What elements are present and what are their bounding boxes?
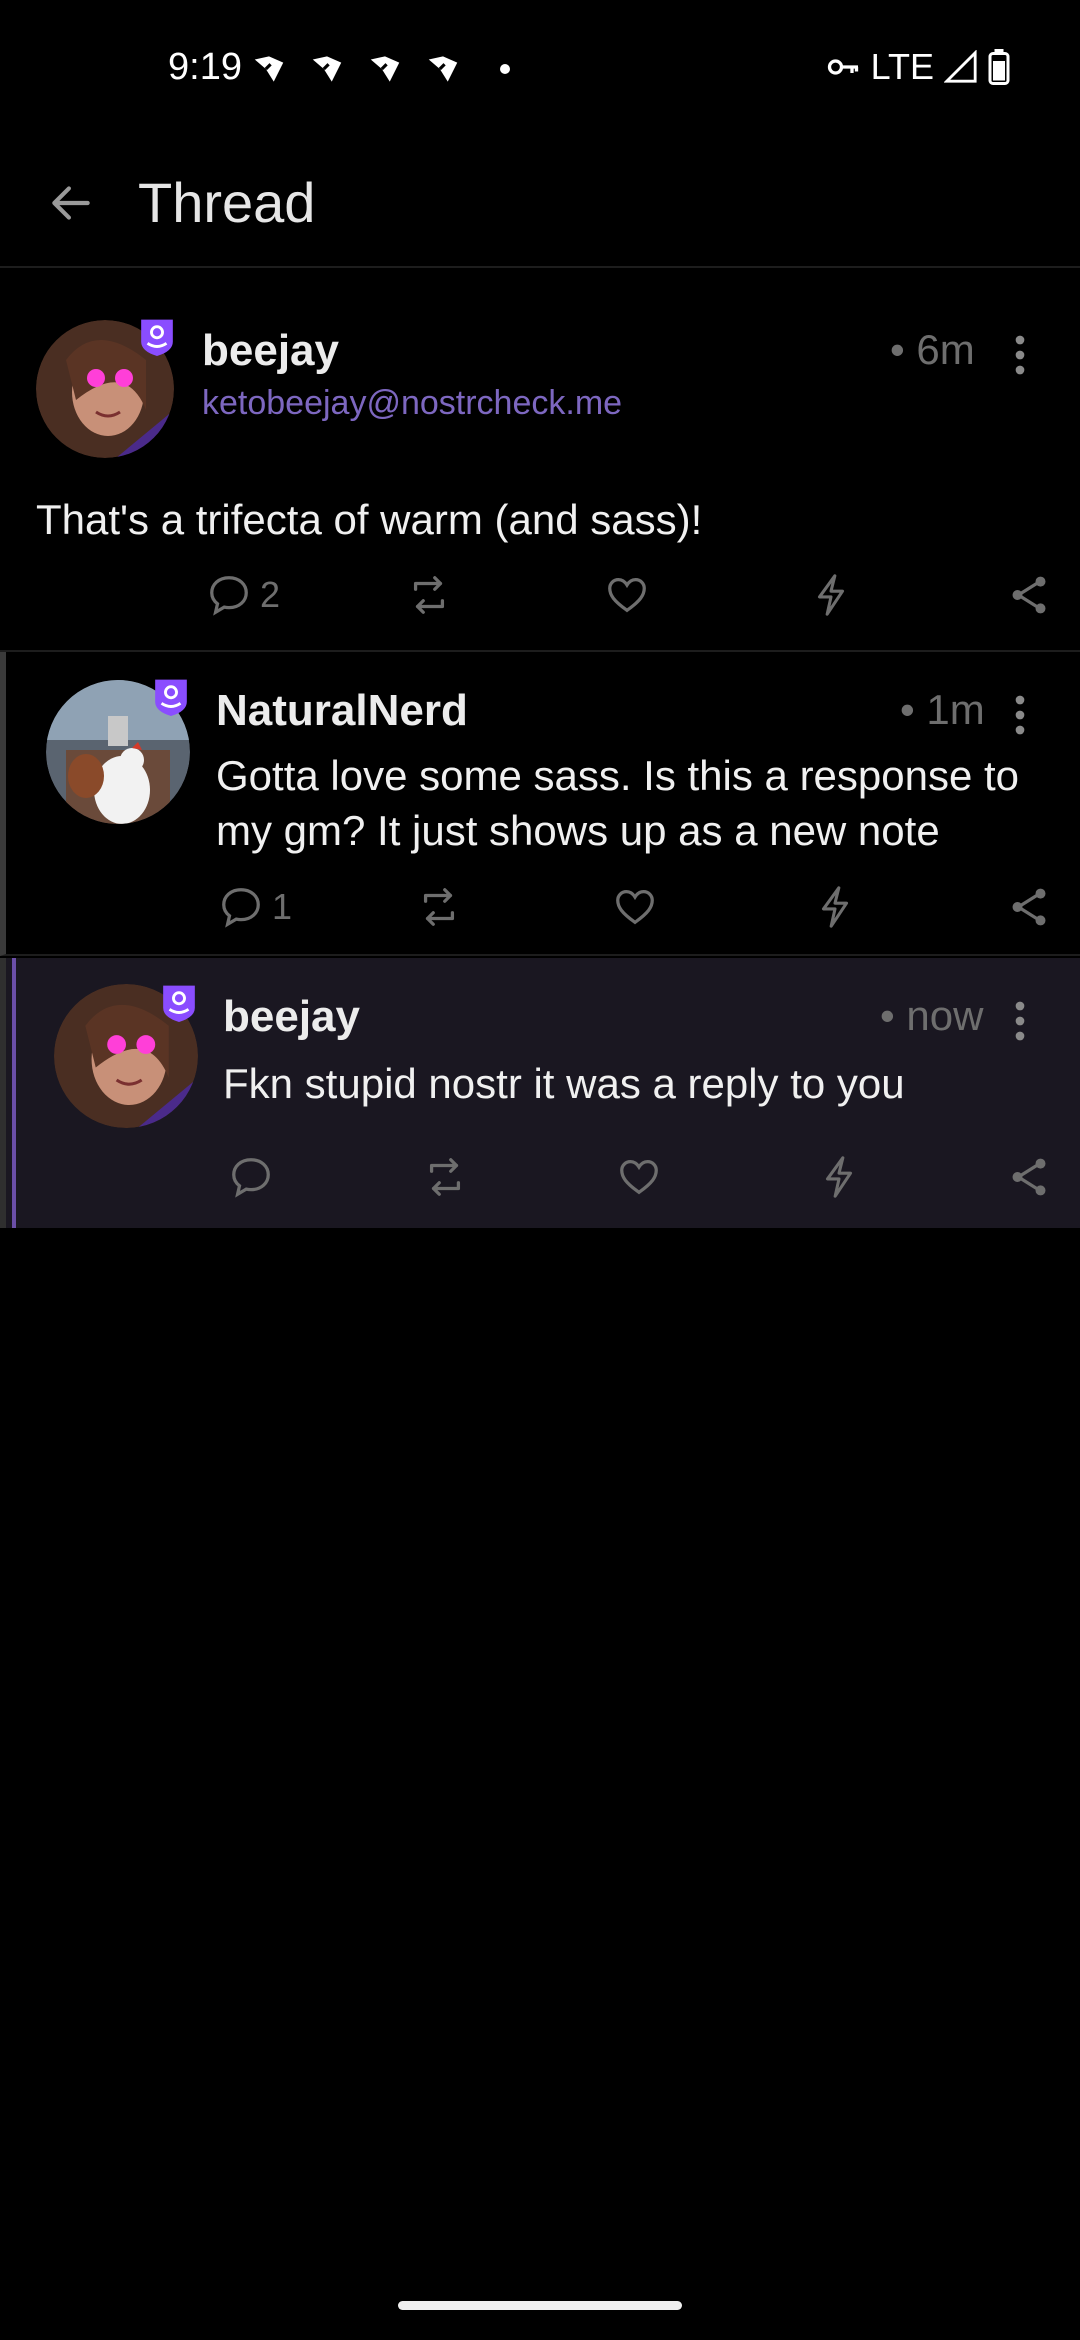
like-button[interactable] <box>604 572 650 618</box>
page-title: Thread <box>138 171 316 234</box>
share-button[interactable] <box>1006 1154 1052 1200</box>
notification-icons <box>250 50 510 88</box>
network-type: LTE <box>870 46 934 87</box>
zap-button[interactable] <box>808 572 854 618</box>
share-icon <box>1012 1158 1046 1196</box>
heart-icon <box>616 890 654 925</box>
repost-button[interactable] <box>420 1154 470 1200</box>
share-icon <box>1012 576 1046 614</box>
more-options-icon[interactable] <box>1000 690 1040 740</box>
reply-icon <box>232 1158 270 1198</box>
lightning-icon <box>817 574 845 616</box>
author-name[interactable]: NaturalNerd <box>216 686 468 736</box>
signal-icon <box>944 50 977 83</box>
reply-icon <box>222 888 260 928</box>
note-content: That's a trifecta of warm (and sass)! <box>36 496 703 543</box>
status-time: 9:19 <box>168 46 242 88</box>
status-right: LTE <box>825 46 1010 88</box>
repost-icon <box>423 888 455 926</box>
repost-button[interactable] <box>404 572 454 618</box>
lightning-icon <box>821 886 849 928</box>
more-notifications-dot <box>500 64 510 74</box>
back-button[interactable] <box>36 168 106 238</box>
home-indicator[interactable] <box>398 2301 682 2310</box>
verified-badge-icon <box>155 679 187 716</box>
repost-icon <box>429 1158 461 1196</box>
toolbar: Thread <box>0 140 1080 268</box>
note-time: • now <box>880 992 984 1039</box>
note-content: Gotta love some sass. Is this a response… <box>216 752 1020 854</box>
lightning-icon <box>825 1156 853 1198</box>
note-root[interactable]: beejay ketobeejay@nostrcheck.me • 6m Tha… <box>0 268 1080 652</box>
heart-icon <box>608 578 646 613</box>
note-highlighted[interactable]: beejay • now Fkn stupid nostr it was a r… <box>0 958 1080 1228</box>
status-bar: 9:19 LTE <box>0 0 1080 140</box>
nip05-text: ketobeejay@nostrcheck.me <box>202 384 623 422</box>
repost-button[interactable] <box>414 884 464 930</box>
more-options-icon[interactable] <box>1000 996 1040 1046</box>
heart-icon <box>620 1160 658 1195</box>
note-actions: 1 <box>6 884 1080 944</box>
share-button[interactable] <box>1006 884 1052 930</box>
like-button[interactable] <box>612 884 658 930</box>
note-actions <box>6 1154 1080 1214</box>
verified-badge-icon <box>141 319 173 356</box>
reply-button[interactable]: 2 <box>206 572 280 618</box>
author-name[interactable]: beejay <box>202 326 339 376</box>
zap-button[interactable] <box>816 1154 862 1200</box>
note-time: • 6m <box>890 326 975 373</box>
zap-button[interactable] <box>812 884 858 930</box>
note-time: • 1m <box>900 686 985 733</box>
like-button[interactable] <box>616 1154 662 1200</box>
reply-button[interactable]: 1 <box>218 884 292 930</box>
reply-button[interactable] <box>228 1154 274 1200</box>
vpn-key-icon <box>827 59 858 75</box>
note-actions: 2 <box>0 572 1080 632</box>
verified-badge-icon <box>163 985 195 1022</box>
arrow-back-icon <box>52 186 90 220</box>
app-notification-icon <box>254 56 284 82</box>
reply-count: 2 <box>260 574 281 615</box>
note-content: Fkn stupid nostr it was a reply to you <box>223 1060 905 1107</box>
app-notification-icon <box>312 56 342 82</box>
more-options-icon[interactable] <box>1000 330 1040 380</box>
app-notification-icon <box>370 56 400 82</box>
author-name[interactable]: beejay <box>223 992 360 1042</box>
note-reply[interactable]: NaturalNerd • 1m Gotta love some sass. I… <box>0 652 1080 956</box>
app-notification-icon <box>428 56 458 82</box>
share-button[interactable] <box>1006 572 1052 618</box>
reply-icon <box>210 576 248 616</box>
nip05-address[interactable]: ketobeejay@nostrcheck.me <box>202 384 622 423</box>
reply-count: 1 <box>272 886 293 927</box>
repost-icon <box>413 576 445 614</box>
share-icon <box>1012 888 1046 926</box>
battery-icon <box>988 49 1010 85</box>
